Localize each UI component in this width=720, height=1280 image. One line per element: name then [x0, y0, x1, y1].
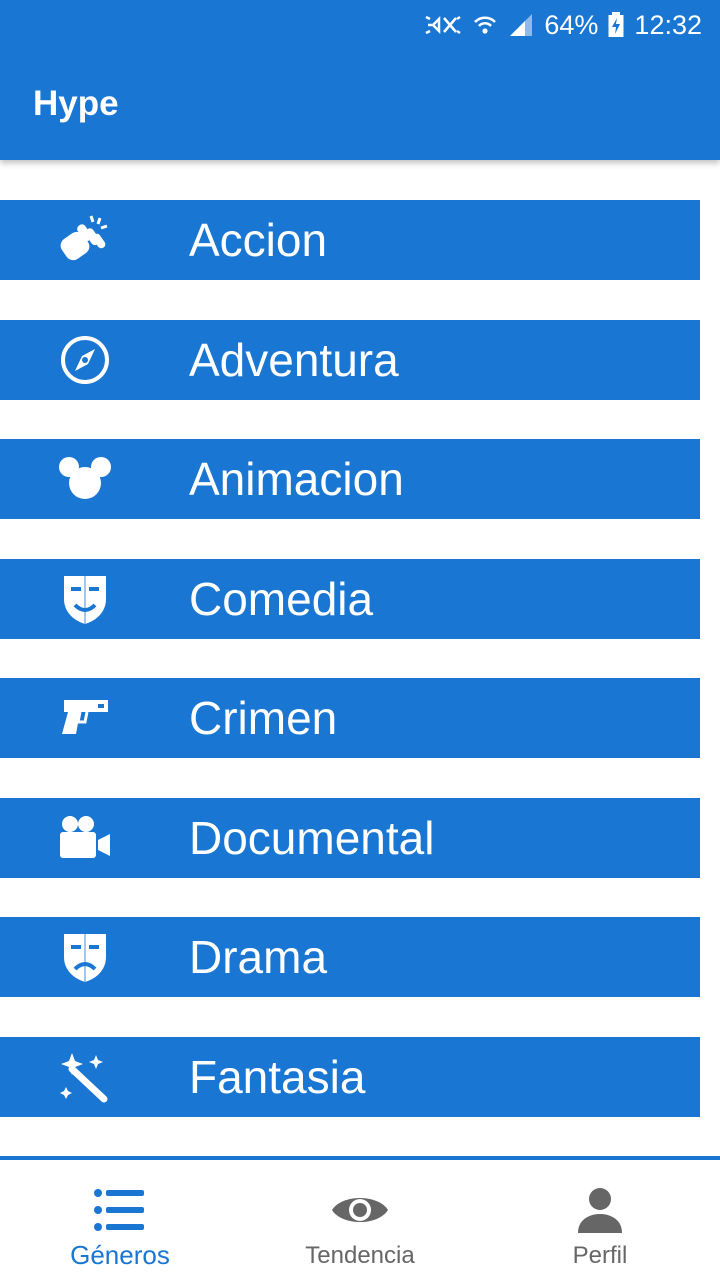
video-camera-icon — [58, 812, 112, 864]
genre-label: Fantasia — [189, 1050, 366, 1103]
app-title: Hype — [33, 84, 119, 123]
nav-label: Perfil — [572, 1242, 628, 1269]
clock: 12:32 — [634, 9, 702, 40]
genre-list: Accion Adventura Animacion Comedia Crime… — [0, 200, 700, 1156]
nav-tab-tendencia[interactable]: Tendencia — [240, 1160, 480, 1280]
genre-item-adventura[interactable]: Adventura — [0, 319, 700, 400]
compass-icon — [58, 334, 112, 386]
genre-label: Drama — [189, 931, 328, 983]
eye-icon — [330, 1186, 390, 1234]
nav-tab-perfil[interactable]: Perfil — [480, 1160, 720, 1280]
mouse-ears-icon — [58, 453, 112, 505]
nav-tab-generos[interactable]: Géneros — [0, 1160, 240, 1280]
fist-icon — [58, 214, 112, 266]
genre-item-crimen[interactable]: Crimen — [0, 678, 700, 758]
signal-icon — [508, 12, 534, 38]
app-bar: 64% 12:32 Hype — [0, 0, 720, 160]
mute-icon — [424, 12, 462, 38]
battery-icon — [608, 12, 624, 38]
theater-mask-icon — [58, 573, 112, 625]
genre-label: Adventura — [189, 333, 399, 386]
person-icon — [577, 1186, 623, 1234]
genre-item-comedia[interactable]: Comedia — [0, 558, 700, 639]
bottom-navigation: Géneros Tendencia Perfil — [0, 1156, 720, 1280]
genre-item-documental[interactable]: Documental — [0, 797, 700, 878]
genre-item-animacion[interactable]: Animacion — [0, 439, 700, 519]
genre-label: Comedia — [189, 572, 374, 625]
list-icon — [94, 1186, 146, 1234]
theater-mask-icon — [58, 931, 112, 983]
genre-item-fantasia[interactable]: Fantasia — [0, 1036, 700, 1117]
genre-label: Documental — [189, 811, 435, 864]
genre-item-drama[interactable]: Drama — [0, 917, 700, 997]
battery-percent: 64% — [544, 9, 599, 40]
magic-wand-icon — [58, 1051, 112, 1103]
genre-label: Accion — [189, 214, 328, 266]
nav-label: Tendencia — [305, 1242, 415, 1269]
genre-label: Crimen — [189, 692, 338, 744]
status-bar: 64% 12:32 — [424, 8, 702, 42]
genre-item-accion[interactable]: Accion — [0, 200, 700, 280]
nav-label: Géneros — [70, 1240, 170, 1270]
genre-label: Animacion — [189, 453, 404, 505]
wifi-icon — [472, 12, 498, 38]
pistol-icon — [58, 692, 112, 744]
